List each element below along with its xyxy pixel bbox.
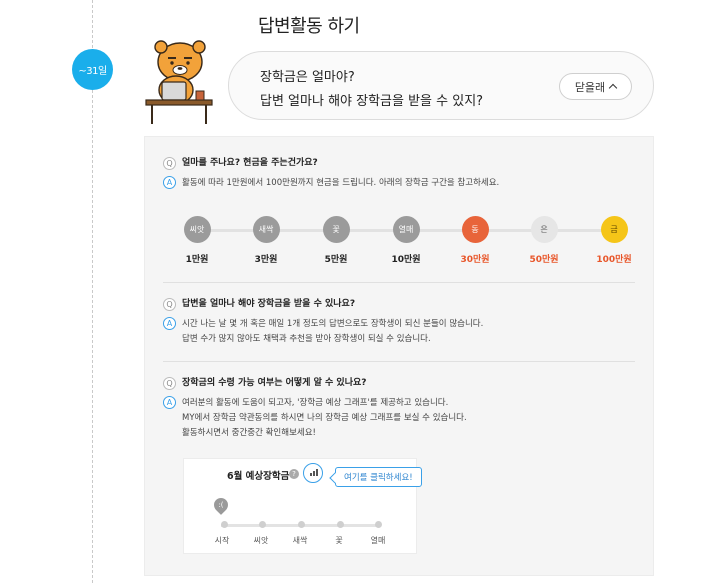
faq-question: 장학금의 수령 가능 여부는 어떻게 알 수 있나요? [182, 378, 367, 388]
graph-button[interactable] [303, 463, 323, 483]
bubble-line-2: 답변 얼마나 해야 장학금을 받을 수 있지? [260, 94, 484, 109]
graph-stage-dot [259, 521, 266, 528]
level-amount: 5만원 [324, 255, 348, 265]
faq-answer-line: MY에서 장학금 약관동의를 하시면 나의 장학금 예상 그래프를 보실 수 있… [182, 413, 467, 423]
graph-stage-dot [337, 521, 344, 528]
graph-stage-label: 새싹 [292, 536, 308, 545]
level-amount: 10만원 [391, 255, 421, 265]
level-silver: 은 50만원 [524, 214, 564, 265]
faq-answer-line: 시간 나는 날 몇 개 혹은 매일 1개 정도의 답변으로도 장학생이 되신 분… [182, 319, 484, 329]
divider [163, 361, 635, 362]
close-button-label: 닫을래 [574, 80, 606, 94]
graph-stage-label: 시작 [214, 536, 230, 545]
faq-item-2: Q 답변을 얼마나 해야 장학금을 받을 수 있나요? A 시간 나는 날 몇 … [163, 298, 633, 347]
level-amount: 100만원 [596, 255, 632, 265]
faq-answer-line: 활동하시면서 중간중간 확인해보세요! [182, 428, 316, 438]
scholarship-levels: 씨앗 1만원 새싹 3만원 꽃 5만원 열매 10만원 동 30만원 은 50만… [181, 214, 634, 265]
level-badge: 열매 [392, 216, 420, 243]
faq-panel: Q 얼마를 주나요? 현금을 주는건가요? A 활동에 따라 1만원에서 100… [144, 136, 654, 576]
page-title: 답변활동 하기 [258, 16, 360, 37]
faq-answer-line: 여러분의 활동에 도움이 되고자, '장학금 예상 그래프'를 제공하고 있습니… [182, 398, 449, 408]
graph-stage-label: 씨앗 [253, 536, 269, 545]
graph-title: 6월 예상장학금 [227, 471, 290, 482]
bubble-line-1: 장학금은 얼마야? [260, 70, 355, 85]
question-marker-icon: Q [163, 377, 176, 390]
level-badge: 동 [461, 216, 489, 243]
faq-item-3: Q 장학금의 수령 가능 여부는 어떻게 알 수 있나요? A 여러분의 활동에… [163, 377, 633, 441]
answer-marker-icon: A [163, 176, 176, 189]
question-marker-icon: Q [163, 157, 176, 170]
level-amount: 3만원 [254, 255, 278, 265]
level-amount: 50만원 [529, 255, 559, 265]
help-icon[interactable]: ? [289, 469, 299, 479]
level-badge: 씨앗 [183, 216, 211, 243]
level-flower: 꽃 5만원 [316, 214, 356, 265]
graph-stage-dot [298, 521, 305, 528]
faq-answer-line: 답변 수가 많지 않아도 채택과 추천을 받아 장학생이 되실 수 있습니다. [182, 334, 431, 344]
faq-question: 답변을 얼마나 해야 장학금을 받을 수 있나요? [182, 299, 356, 309]
faq-question: 얼마를 주나요? 현금을 주는건가요? [182, 158, 318, 168]
answer-marker-icon: A [163, 396, 176, 409]
chevron-up-icon [608, 83, 618, 93]
level-amount: 30만원 [460, 255, 490, 265]
level-badge: 새싹 [252, 216, 280, 243]
level-amount: 1만원 [185, 255, 209, 265]
faq-item-1: Q 얼마를 주나요? 현금을 주는건가요? A 활동에 따라 1만원에서 100… [163, 157, 633, 191]
level-bronze: 동 30만원 [455, 214, 495, 265]
expected-scholarship-graph: 6월 예상장학금 ? 여기를 클릭하세요! :( 시작 씨앗 새싹 꽃 열매 [183, 458, 422, 554]
level-fruit: 열매 10만원 [386, 214, 426, 265]
level-badge: 금 [600, 216, 628, 243]
answer-marker-icon: A [163, 317, 176, 330]
date-badge: ~31일 [72, 49, 113, 90]
level-badge: 꽃 [322, 216, 350, 243]
level-gold: 금 100만원 [594, 214, 634, 265]
sad-face-icon: :( [218, 501, 224, 509]
faq-answer-line: 활동에 따라 1만원에서 100만원까지 현금을 드립니다. 아래의 장학금 구… [182, 178, 500, 188]
graph-stage-dot [375, 521, 382, 528]
level-badge: 은 [530, 216, 558, 243]
level-seed: 씨앗 1만원 [177, 214, 217, 265]
close-button[interactable]: 닫을래 [559, 73, 632, 100]
graph-stage-label: 열매 [370, 536, 386, 545]
level-sprout: 새싹 3만원 [246, 214, 286, 265]
question-marker-icon: Q [163, 298, 176, 311]
graph-stage-dot [221, 521, 228, 528]
divider [163, 282, 635, 283]
graph-stage-label: 꽃 [335, 536, 343, 545]
mascot-illustration [145, 40, 213, 124]
click-here-tooltip: 여기를 클릭하세요! [335, 467, 422, 487]
question-bubble: 장학금은 얼마야? 답변 얼마나 해야 장학금을 받을 수 있지? 닫을래 [228, 51, 654, 120]
